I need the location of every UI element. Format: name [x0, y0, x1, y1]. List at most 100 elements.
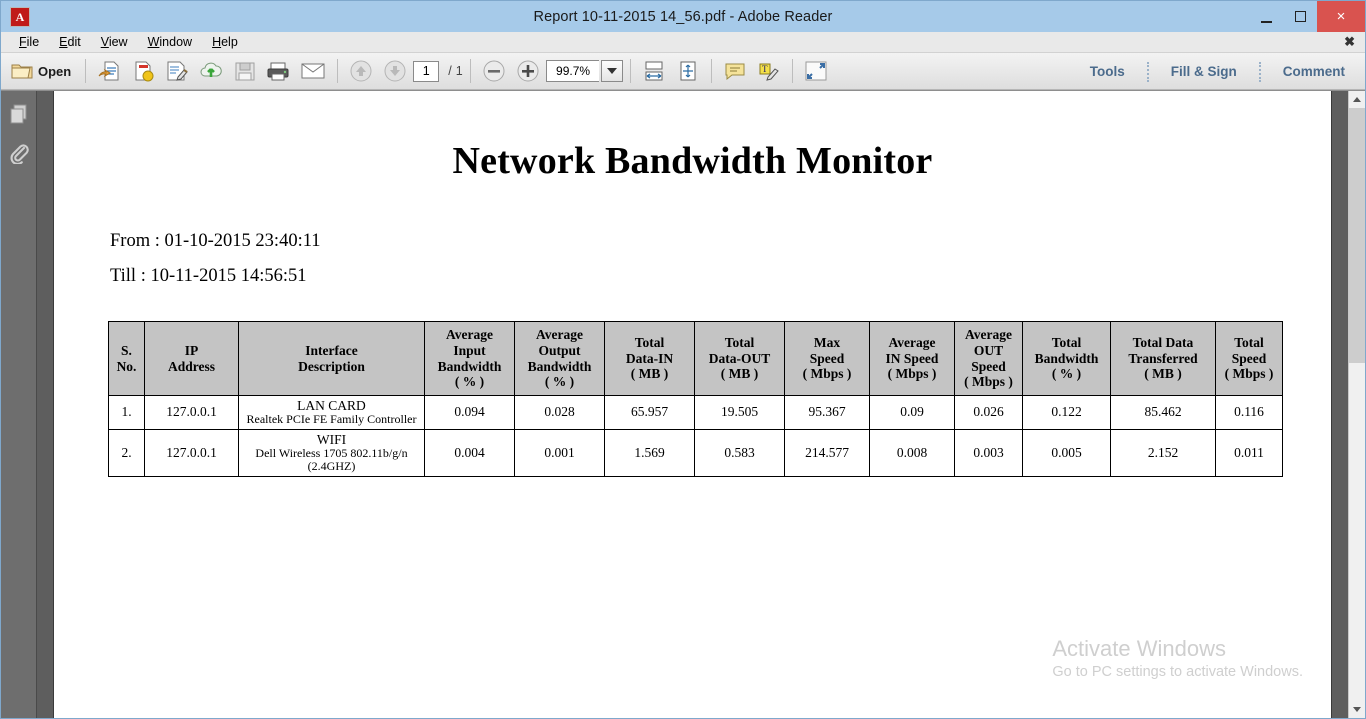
- edit-pdf-icon[interactable]: [161, 57, 193, 85]
- interface-name: WIFI: [316, 431, 347, 447]
- open-label: Open: [38, 63, 72, 79]
- th-average-input-bandwidth: Average Input Bandwidth( % ): [424, 321, 515, 396]
- toolbar-separator: [711, 59, 713, 83]
- menubar-close-icon[interactable]: ✖: [1344, 34, 1355, 50]
- fit-page-icon[interactable]: [672, 57, 704, 85]
- th-total-data-out: Total Data-OUT( MB ): [694, 321, 785, 396]
- read-mode-icon[interactable]: [800, 57, 832, 85]
- th-average-in-speed: Average IN Speed( Mbps ): [869, 321, 955, 396]
- highlight-text-icon[interactable]: T: [753, 57, 785, 85]
- page-number-input[interactable]: 1: [413, 60, 440, 82]
- report-table-wrapper: S. No. IP Address Interface Description Ave…: [108, 321, 1331, 477]
- zoom-level-input[interactable]: 99.7%: [546, 60, 600, 82]
- activate-windows-watermark: Activate Windows Go to PC settings to ac…: [1052, 635, 1303, 680]
- toolbar-right-links: Tools Fill & Sign Comment: [1078, 53, 1357, 90]
- scroll-up-button[interactable]: [1349, 91, 1365, 108]
- minimize-icon: [1260, 21, 1272, 23]
- title-bar: Report 10-11-2015 14_56.pdf - Adobe Read…: [1, 1, 1365, 32]
- watermark-subtitle: Go to PC settings to activate Windows.: [1052, 664, 1303, 680]
- menu-help[interactable]: Help: [202, 32, 248, 53]
- cell-average-in-speed: 0.09: [869, 395, 955, 430]
- save-icon[interactable]: [230, 57, 260, 85]
- cell-max-speed: 95.367: [784, 395, 870, 430]
- toolbar-separator: [470, 59, 472, 83]
- cell-total-bandwidth: 0.122: [1022, 395, 1111, 430]
- folder-open-icon: [11, 61, 33, 81]
- th-average-out-speed: Average OUT Speed( Mbps ): [954, 321, 1023, 396]
- tools-button[interactable]: Tools: [1078, 64, 1137, 79]
- send-to-cloud-icon[interactable]: [195, 57, 228, 85]
- cell-total-data-out: 19.505: [694, 395, 785, 430]
- toolbar: Open 1 / 1 99.7% T Tools Fill & Sign Com…: [1, 53, 1365, 90]
- th-total-bandwidth: Total Bandwidth( % ): [1022, 321, 1111, 396]
- toolbar-separator: [337, 59, 339, 83]
- navigation-panel: [1, 91, 37, 718]
- previous-page-icon[interactable]: [345, 57, 377, 85]
- toolbar-file-actions: [93, 57, 330, 85]
- toolbar-separator: [1146, 61, 1149, 82]
- scrollbar-thumb[interactable]: [1349, 108, 1365, 363]
- pdf-page: Network Bandwidth Monitor From : 01-10-2…: [54, 91, 1331, 718]
- interface-detail: Realtek PCIe FE Family Controller: [246, 412, 417, 427]
- zoom-in-icon[interactable]: [512, 57, 544, 85]
- menu-window[interactable]: Window: [138, 32, 202, 53]
- comment-button[interactable]: Comment: [1271, 64, 1357, 79]
- menu-view[interactable]: View: [91, 32, 138, 53]
- cell-average-out-speed: 0.026: [954, 395, 1023, 430]
- cell-total-data-in: 1.569: [604, 428, 695, 477]
- maximize-button[interactable]: [1283, 1, 1317, 32]
- th-average-output-bandwidth: Average Output Bandwidth( % ): [514, 321, 605, 396]
- cell-average-output-bandwidth: 0.001: [514, 428, 605, 477]
- chevron-down-icon: [607, 68, 618, 74]
- sticky-note-icon[interactable]: [719, 57, 751, 85]
- table-body: 1. 127.0.0.1 LAN CARD Realtek PCIe FE Fa…: [108, 395, 1283, 477]
- toolbar-separator: [1258, 61, 1261, 82]
- toolbar-annotate: T: [719, 57, 785, 85]
- zoom-dropdown-button[interactable]: [601, 60, 624, 82]
- cell-average-out-speed: 0.003: [954, 428, 1023, 477]
- svg-text:T: T: [762, 64, 768, 74]
- chevron-down-icon: [1353, 707, 1361, 712]
- fit-width-icon[interactable]: [638, 57, 670, 85]
- report-till-line: Till : 10-11-2015 14:56:51: [110, 266, 307, 286]
- menu-edit[interactable]: Edit: [49, 32, 91, 53]
- table-row: 2. 127.0.0.1 WIFI Dell Wireless 1705 802…: [108, 428, 1283, 477]
- table-row: 1. 127.0.0.1 LAN CARD Realtek PCIe FE Fa…: [108, 395, 1283, 430]
- zoom-out-icon[interactable]: [478, 57, 510, 85]
- toolbar-zoom: 99.7%: [478, 57, 624, 85]
- document-scroll-area[interactable]: Network Bandwidth Monitor From : 01-10-2…: [37, 91, 1348, 718]
- cell-ip-address: 127.0.0.1: [144, 395, 239, 430]
- cell-total-data-in: 65.957: [604, 395, 695, 430]
- window-controls: ×: [1249, 1, 1365, 32]
- page-thumbnails-icon[interactable]: [6, 101, 32, 127]
- cell-s-no: 2.: [108, 428, 145, 477]
- paperclip-icon[interactable]: [6, 140, 32, 166]
- export-pdf-icon[interactable]: [127, 57, 159, 85]
- cell-average-input-bandwidth: 0.094: [424, 395, 515, 430]
- report-table: S. No. IP Address Interface Description Ave…: [108, 321, 1283, 477]
- th-s-no: S. No.: [108, 321, 145, 396]
- page-total-label: / 1: [448, 64, 464, 78]
- close-button[interactable]: ×: [1317, 1, 1365, 32]
- cell-s-no: 1.: [108, 395, 145, 430]
- work-area: Network Bandwidth Monitor From : 01-10-2…: [1, 90, 1365, 718]
- open-button[interactable]: Open: [7, 57, 78, 85]
- fill-and-sign-button[interactable]: Fill & Sign: [1159, 64, 1249, 79]
- minimize-button[interactable]: [1249, 1, 1283, 32]
- page-title: Network Bandwidth Monitor: [452, 140, 933, 182]
- report-from-line: From : 01-10-2015 23:40:11: [110, 231, 321, 251]
- menu-file[interactable]: File: [9, 32, 49, 53]
- print-icon[interactable]: [262, 57, 294, 85]
- next-page-icon[interactable]: [379, 57, 411, 85]
- cell-interface-description: WIFI Dell Wireless 1705 802.11b/g/n (2.4G…: [238, 428, 425, 477]
- scrollbar-track[interactable]: [1349, 108, 1365, 701]
- email-icon[interactable]: [296, 57, 330, 85]
- scroll-down-button[interactable]: [1349, 701, 1365, 718]
- create-pdf-icon[interactable]: [93, 57, 125, 85]
- toolbar-separator: [85, 59, 87, 83]
- cell-total-data-transferred: 2.152: [1110, 428, 1216, 477]
- toolbar-fit: [638, 57, 704, 85]
- chevron-up-icon: [1353, 97, 1361, 102]
- toolbar-separator: [630, 59, 632, 83]
- vertical-scrollbar[interactable]: [1348, 91, 1365, 718]
